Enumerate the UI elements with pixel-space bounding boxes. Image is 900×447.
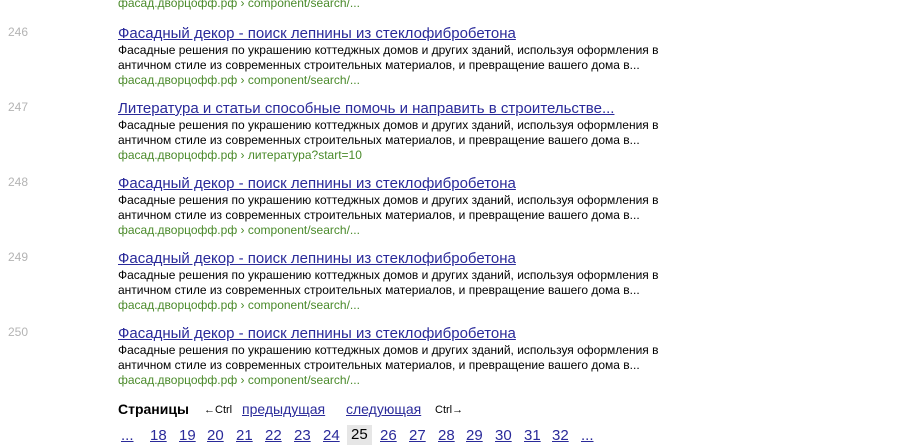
snippet-line: Фасадные решения по украшению коттеджных… — [118, 268, 659, 282]
page-link[interactable]: 29 — [466, 427, 483, 444]
result-url[interactable]: фасад.дворцофф.рф › component/search/... — [118, 73, 360, 87]
page-link[interactable]: 26 — [380, 427, 397, 444]
list-item: 250 Фасадный декор - поиск лепнины из ст… — [0, 325, 900, 400]
page-link[interactable]: 23 — [294, 427, 311, 444]
page-link[interactable]: 24 — [323, 427, 340, 444]
current-page: 25 — [347, 425, 372, 445]
list-item: 248 Фасадный декор - поиск лепнины из ст… — [0, 175, 900, 250]
list-item: 246 Фасадный декор - поиск лепнины из ст… — [0, 25, 900, 100]
result-number: 248 — [8, 175, 29, 189]
page-link[interactable]: 31 — [524, 427, 541, 444]
search-results-page: фасад.дворцофф.рф › component/search/...… — [0, 0, 900, 447]
result-url[interactable]: фасад.дворцофф.рф › component/search/... — [118, 223, 360, 237]
result-url[interactable]: фасад.дворцофф.рф › component/search/... — [118, 298, 360, 312]
ctrl-right-hint: Ctrl→ — [435, 404, 464, 416]
result-number: 246 — [8, 25, 29, 39]
result-title-link[interactable]: Литература и статьи способные помочь и н… — [118, 100, 614, 118]
snippet-line: античном стиле из современных строительн… — [118, 58, 640, 72]
page-link[interactable]: 32 — [552, 427, 569, 444]
result-title-link[interactable]: Фасадный декор - поиск лепнины из стекло… — [118, 175, 516, 193]
snippet-line: античном стиле из современных строительн… — [118, 283, 640, 297]
page-link[interactable]: 22 — [265, 427, 282, 444]
result-title-link[interactable]: Фасадный декор - поиск лепнины из стекло… — [118, 25, 516, 43]
snippet-line: Фасадные решения по украшению коттеджных… — [118, 193, 659, 207]
results-list: 246 Фасадный декор - поиск лепнины из ст… — [0, 25, 900, 400]
snippet-line: античном стиле из современных строительн… — [118, 358, 640, 372]
result-title-link[interactable]: Фасадный декор - поиск лепнины из стекло… — [118, 250, 516, 268]
page-link[interactable]: 27 — [409, 427, 426, 444]
result-snippet: Фасадные решения по украшению коттеджных… — [118, 343, 659, 373]
result-title-link[interactable]: Фасадный декор - поиск лепнины из стекло… — [118, 325, 516, 343]
list-item: 247 Литература и статьи способные помочь… — [0, 100, 900, 175]
result-snippet: Фасадные решения по украшению коттеджных… — [118, 193, 659, 223]
result-number: 247 — [8, 100, 29, 114]
ctrl-left-hint: ←Ctrl — [204, 404, 233, 416]
snippet-line: Фасадные решения по украшению коттеджных… — [118, 43, 659, 57]
page-link[interactable]: 20 — [207, 427, 224, 444]
result-snippet: Фасадные решения по украшению коттеджных… — [118, 43, 659, 73]
page-link[interactable]: 21 — [236, 427, 253, 444]
next-page-link[interactable]: следующая — [346, 401, 421, 417]
page-link-ellipsis-end[interactable]: ... — [581, 427, 594, 444]
snippet-line: античном стиле из современных строительн… — [118, 133, 640, 147]
snippet-line: античном стиле из современных строительн… — [118, 208, 640, 222]
result-number: 249 — [8, 250, 29, 264]
snippet-line: Фасадные решения по украшению коттеджных… — [118, 343, 659, 357]
page-link[interactable]: 30 — [495, 427, 512, 444]
result-url[interactable]: фасад.дворцофф.рф › component/search/... — [118, 373, 360, 387]
result-url[interactable]: фасад.дворцофф.рф › литература?start=10 — [118, 148, 362, 162]
previous-page-link[interactable]: предыдущая — [242, 401, 325, 417]
result-snippet: Фасадные решения по украшению коттеджных… — [118, 268, 659, 298]
page-link[interactable]: 18 — [150, 427, 167, 444]
pager-label: Страницы — [118, 401, 189, 417]
page-link[interactable]: 28 — [438, 427, 455, 444]
result-url-previous[interactable]: фасад.дворцофф.рф › component/search/... — [118, 0, 360, 10]
page-link-ellipsis-start[interactable]: ... — [121, 427, 134, 444]
list-item: 249 Фасадный декор - поиск лепнины из ст… — [0, 250, 900, 325]
snippet-line: Фасадные решения по украшению коттеджных… — [118, 118, 659, 132]
result-number: 250 — [8, 325, 29, 339]
page-link[interactable]: 19 — [179, 427, 196, 444]
result-snippet: Фасадные решения по украшению коттеджных… — [118, 118, 659, 148]
